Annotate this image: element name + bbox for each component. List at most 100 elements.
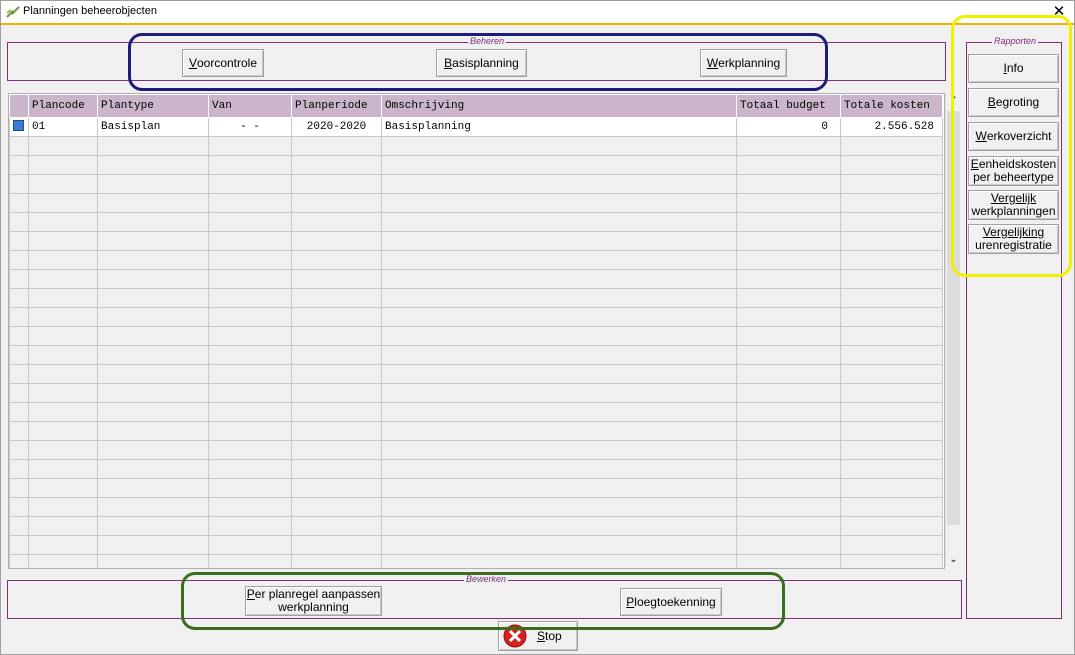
table-cell[interactable]: [840, 193, 943, 213]
table-cell[interactable]: [97, 269, 209, 289]
table-cell[interactable]: [208, 231, 292, 251]
table-cell[interactable]: [208, 212, 292, 232]
begroting-button[interactable]: Begroting: [968, 88, 1059, 117]
row-selector[interactable]: [9, 535, 29, 555]
table-cell[interactable]: [840, 402, 943, 422]
table-row[interactable]: [9, 383, 943, 403]
table-cell[interactable]: [28, 516, 98, 536]
cell-totaal-budget[interactable]: 0: [736, 117, 841, 137]
table-cell[interactable]: [840, 345, 943, 365]
table-cell[interactable]: [28, 535, 98, 555]
table-cell[interactable]: [291, 269, 382, 289]
table-cell[interactable]: [28, 364, 98, 384]
vertical-scrollbar[interactable]: ⌃ ⌄: [945, 93, 961, 567]
table-cell[interactable]: [840, 421, 943, 441]
table-cell[interactable]: [28, 383, 98, 403]
table-cell[interactable]: [208, 383, 292, 403]
row-selector[interactable]: [9, 250, 29, 270]
table-cell[interactable]: [97, 174, 209, 194]
table-cell[interactable]: [840, 516, 943, 536]
table-cell[interactable]: [208, 497, 292, 517]
row-selector[interactable]: [9, 440, 29, 460]
table-row[interactable]: [9, 345, 943, 365]
row-selector[interactable]: [9, 459, 29, 479]
table-row[interactable]: [9, 136, 943, 156]
table-cell[interactable]: [840, 535, 943, 555]
table-cell[interactable]: [736, 193, 841, 213]
table-cell[interactable]: [381, 212, 737, 232]
table-cell[interactable]: [291, 307, 382, 327]
row-selector[interactable]: [9, 478, 29, 498]
table-cell[interactable]: [97, 478, 209, 498]
row-selector[interactable]: [9, 383, 29, 403]
row-selector[interactable]: [9, 402, 29, 422]
row-selector[interactable]: [9, 516, 29, 536]
table-cell[interactable]: [291, 155, 382, 175]
table-cell[interactable]: [208, 326, 292, 346]
column-header[interactable]: Planperiode: [291, 94, 382, 118]
table-cell[interactable]: [381, 516, 737, 536]
table-cell[interactable]: [381, 250, 737, 270]
table-cell[interactable]: [97, 288, 209, 308]
table-cell[interactable]: [840, 288, 943, 308]
table-cell[interactable]: [736, 554, 841, 568]
table-cell[interactable]: [28, 136, 98, 156]
table-cell[interactable]: [291, 459, 382, 479]
table-row[interactable]: [9, 231, 943, 251]
table-cell[interactable]: [736, 136, 841, 156]
table-cell[interactable]: [208, 402, 292, 422]
ploegtoekenning-button[interactable]: Ploegtoekenning: [620, 588, 722, 616]
table-cell[interactable]: [208, 459, 292, 479]
table-cell[interactable]: [97, 459, 209, 479]
table-cell[interactable]: [736, 231, 841, 251]
table-cell[interactable]: [381, 478, 737, 498]
table-cell[interactable]: [208, 535, 292, 555]
table-cell[interactable]: [291, 516, 382, 536]
column-header[interactable]: Plancode: [28, 94, 98, 118]
table-cell[interactable]: [736, 383, 841, 403]
table-cell[interactable]: [840, 554, 943, 568]
table-row[interactable]: [9, 402, 943, 422]
table-row[interactable]: [9, 326, 943, 346]
werkoverzicht-button[interactable]: Werkoverzicht: [968, 122, 1059, 151]
column-header[interactable]: Plantype: [97, 94, 209, 118]
table-cell[interactable]: [291, 288, 382, 308]
vergelijk-werkplanningen-button[interactable]: Vergelijk werkplanningen: [968, 190, 1059, 220]
row-selector[interactable]: [9, 231, 29, 251]
table-cell[interactable]: [28, 269, 98, 289]
row-selector[interactable]: [9, 136, 29, 156]
table-cell[interactable]: [291, 193, 382, 213]
table-cell[interactable]: [291, 478, 382, 498]
table-cell[interactable]: [97, 307, 209, 327]
column-header[interactable]: Omschrijving: [381, 94, 737, 118]
voorcontrole-button[interactable]: Voorcontrole: [182, 49, 264, 77]
table-cell[interactable]: [97, 554, 209, 568]
table-cell[interactable]: [291, 231, 382, 251]
table-cell[interactable]: [840, 155, 943, 175]
row-selector[interactable]: [9, 117, 29, 137]
row-selector[interactable]: [9, 326, 29, 346]
table-cell[interactable]: [840, 364, 943, 384]
table-row[interactable]: [9, 535, 943, 555]
table-cell[interactable]: [28, 326, 98, 346]
table-cell[interactable]: [381, 288, 737, 308]
close-icon[interactable]: ✕: [1050, 3, 1068, 21]
table-cell[interactable]: [208, 174, 292, 194]
column-header[interactable]: Van: [208, 94, 292, 118]
table-cell[interactable]: [28, 478, 98, 498]
table-cell[interactable]: [97, 136, 209, 156]
table-cell[interactable]: [736, 402, 841, 422]
table-cell[interactable]: [381, 231, 737, 251]
table-cell[interactable]: [840, 383, 943, 403]
table-cell[interactable]: [736, 440, 841, 460]
table-cell[interactable]: [208, 554, 292, 568]
table-cell[interactable]: [840, 478, 943, 498]
table-cell[interactable]: [381, 345, 737, 365]
table-cell[interactable]: [291, 345, 382, 365]
scroll-down-icon[interactable]: ⌄: [946, 554, 961, 565]
table-cell[interactable]: [381, 174, 737, 194]
table-cell[interactable]: [28, 193, 98, 213]
table-cell[interactable]: [97, 421, 209, 441]
table-cell[interactable]: [291, 383, 382, 403]
table-cell[interactable]: [291, 440, 382, 460]
